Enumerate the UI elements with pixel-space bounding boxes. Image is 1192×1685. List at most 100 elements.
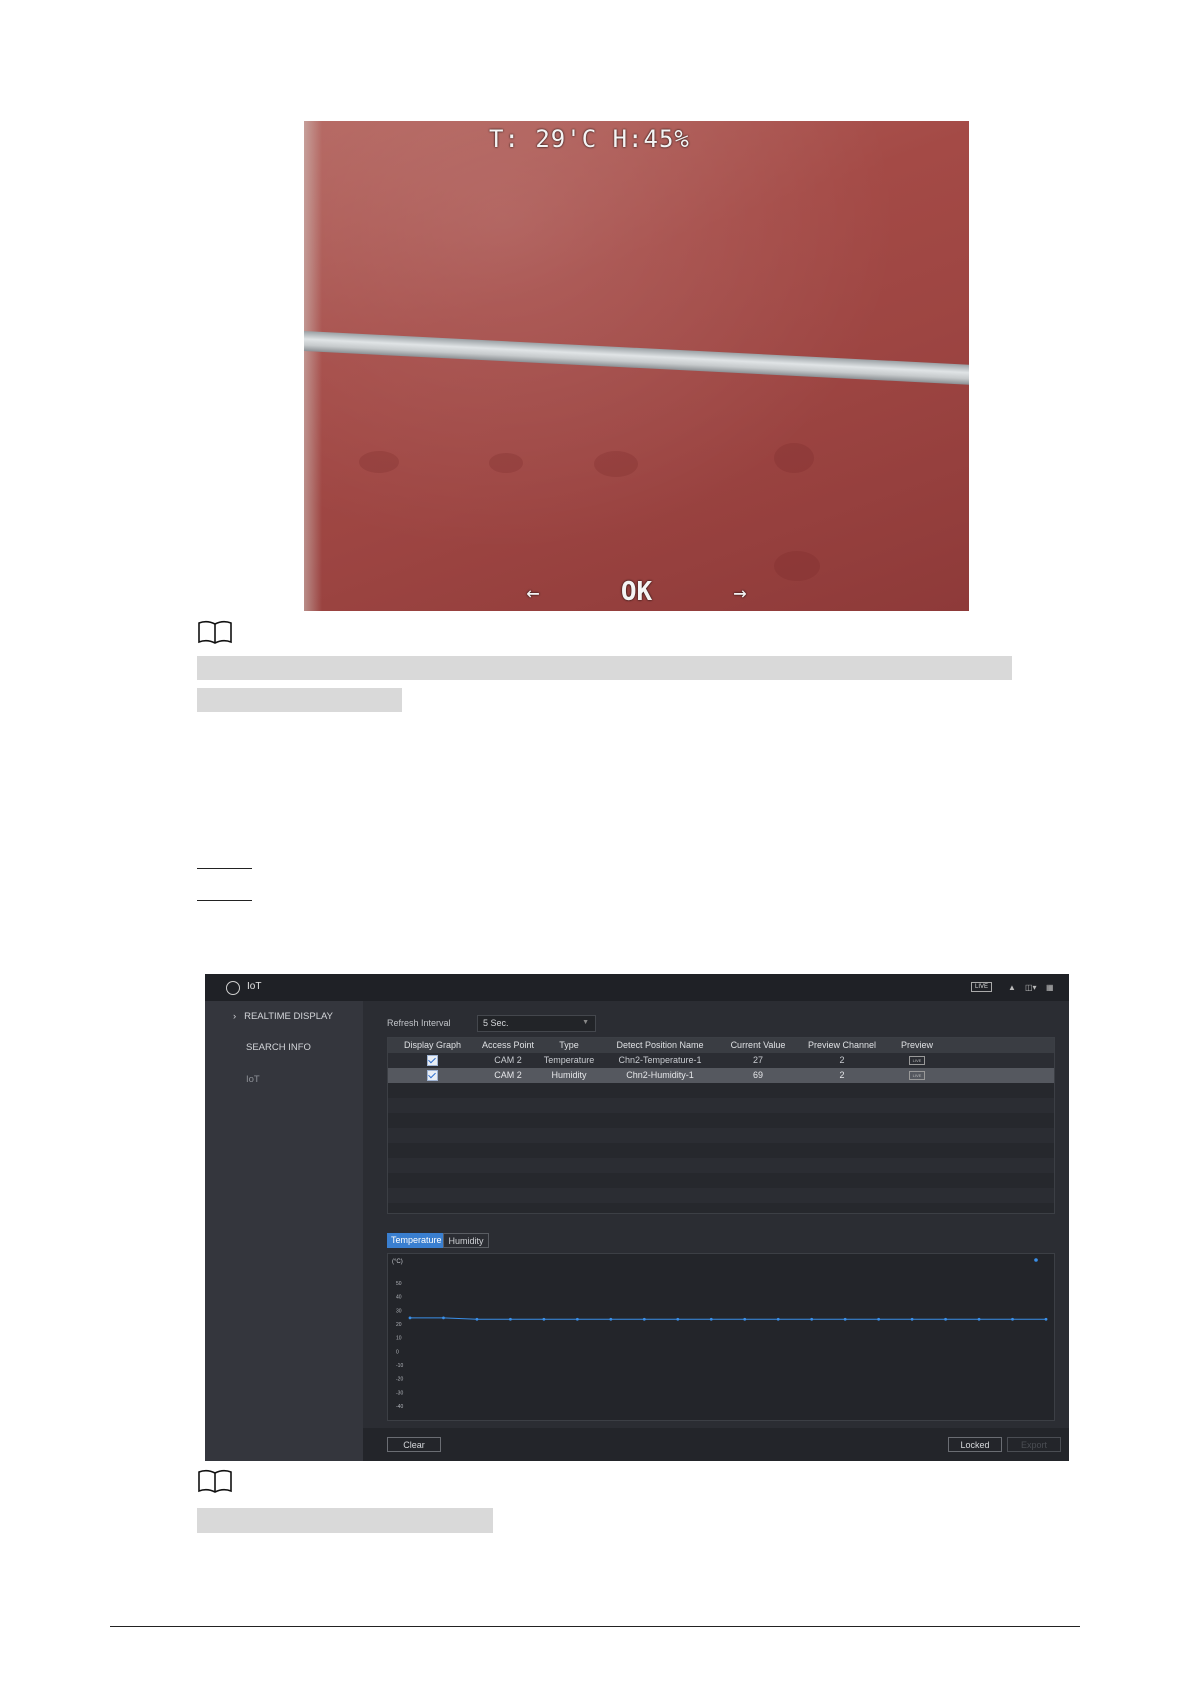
live-button[interactable]: LIVE xyxy=(971,982,993,992)
data-point xyxy=(1011,1317,1014,1321)
position-cell: Chn2-Temperature-1 xyxy=(618,1055,702,1065)
surface-spot xyxy=(489,453,523,473)
data-point xyxy=(776,1317,780,1321)
access-point-cell: CAM 2 xyxy=(494,1055,522,1065)
footer-rule xyxy=(110,1626,1080,1627)
tab-temperature[interactable]: Temperature xyxy=(387,1233,446,1248)
preview-live-button[interactable]: LIVE xyxy=(909,1056,925,1065)
temperature-series-line xyxy=(410,1317,1046,1320)
data-point xyxy=(810,1317,814,1321)
chevron-right-icon: › xyxy=(233,1011,237,1022)
sensor-table: Display Graph Access Point Type Detect P… xyxy=(387,1037,1055,1214)
y-tick-label: -40 xyxy=(396,1404,403,1410)
channel-cell: 2 xyxy=(839,1070,845,1080)
empty-row xyxy=(388,1188,1054,1203)
sidebar-item-iot[interactable]: IoT xyxy=(246,1074,260,1085)
col-preview: Preview xyxy=(900,1040,933,1050)
osd-navigation: ← OK → xyxy=(304,577,969,607)
grid-icon[interactable]: ▦ xyxy=(1046,983,1054,992)
value-cell: 69 xyxy=(752,1070,763,1080)
chevron-down-icon: ▼ xyxy=(582,1019,589,1026)
title-bar: IoT LIVE ▲ ◫▾ ▦ xyxy=(205,974,1069,1001)
book-icon xyxy=(198,620,232,644)
chart-canvas: (°C) 50 40 30 20 10 0 -10 -20 -30 -40 xyxy=(392,1258,1048,1410)
y-tick-label: 0 xyxy=(396,1349,399,1355)
osd-left-arrow: ← xyxy=(526,581,540,606)
empty-row xyxy=(388,1158,1054,1173)
y-tick-label: -20 xyxy=(396,1377,403,1383)
data-point xyxy=(575,1317,579,1321)
value-cell: 27 xyxy=(752,1055,763,1065)
col-preview-channel: Preview Channel xyxy=(807,1040,877,1050)
channel-cell: 2 xyxy=(839,1055,845,1065)
user-icon[interactable]: ▲ xyxy=(1008,983,1016,992)
col-current-value: Current Value xyxy=(730,1040,786,1050)
globe-icon xyxy=(226,981,240,995)
table-row[interactable]: CAM 2 Temperature Chn2-Temperature-1 27 … xyxy=(388,1053,1054,1068)
bottom-bar: Clear Locked Export xyxy=(363,1428,1069,1461)
data-point xyxy=(542,1317,546,1321)
data-point xyxy=(676,1317,680,1321)
temperature-graph: (°C) 50 40 30 20 10 0 -10 -20 -30 -40 xyxy=(387,1253,1055,1421)
col-display-graph: Display Graph xyxy=(404,1040,462,1050)
col-access-point: Access Point xyxy=(481,1040,535,1050)
position-cell: Chn2-Humidity-1 xyxy=(626,1070,694,1080)
data-point xyxy=(877,1317,881,1321)
sidebar-item-search-info[interactable]: SEARCH INFO xyxy=(246,1042,311,1053)
window-title: IoT xyxy=(247,981,262,992)
camera-snapshot: T: 29'C H:45% ← OK → xyxy=(304,121,969,611)
power-icon[interactable]: ◫▾ xyxy=(1025,983,1037,992)
refresh-interval-value: 5 Sec. xyxy=(483,1018,509,1028)
access-point-cell: CAM 2 xyxy=(494,1070,522,1080)
table-header: Display Graph Access Point Type Detect P… xyxy=(388,1038,1054,1053)
sidebar-item-realtime-display[interactable]: › REALTIME DISPLAY xyxy=(233,1011,333,1022)
y-tick-label: 20 xyxy=(396,1322,402,1328)
type-cell: Humidity xyxy=(551,1070,587,1080)
surface-spot xyxy=(594,451,638,477)
data-point xyxy=(743,1317,747,1321)
data-point xyxy=(709,1317,713,1321)
redacted-text xyxy=(197,1508,493,1533)
display-graph-checkbox[interactable] xyxy=(427,1055,438,1066)
y-tick-label: -10 xyxy=(396,1363,403,1369)
data-point xyxy=(609,1317,613,1321)
table-row[interactable]: CAM 2 Humidity Chn2-Humidity-1 69 2 LIVE xyxy=(388,1068,1054,1083)
data-point xyxy=(944,1317,947,1321)
y-axis-unit-label: (°C) xyxy=(392,1259,403,1265)
data-point xyxy=(910,1317,914,1321)
step-underline xyxy=(197,868,252,869)
main-content: Refresh Interval 5 Sec. ▼ Display Graph … xyxy=(363,1001,1069,1428)
type-cell: Temperature xyxy=(543,1055,595,1065)
legend-marker xyxy=(1034,1258,1038,1262)
y-tick-label: 40 xyxy=(396,1295,402,1301)
preview-live-button[interactable]: LIVE xyxy=(909,1071,925,1080)
y-tick-label: -30 xyxy=(396,1390,403,1396)
col-type: Type xyxy=(559,1040,579,1050)
data-point xyxy=(977,1317,981,1321)
book-icon xyxy=(198,1469,232,1493)
surface-spot xyxy=(774,443,814,473)
y-tick-label: 50 xyxy=(396,1281,402,1287)
refresh-interval-label: Refresh Interval xyxy=(387,1018,451,1028)
data-point xyxy=(509,1317,512,1321)
empty-row xyxy=(388,1098,1054,1113)
display-graph-checkbox[interactable] xyxy=(427,1070,438,1081)
locked-button[interactable]: Locked xyxy=(948,1437,1002,1452)
clear-button[interactable]: Clear xyxy=(387,1437,441,1452)
refresh-interval-select[interactable]: 5 Sec. ▼ xyxy=(477,1015,596,1032)
redacted-text xyxy=(197,656,1012,680)
sidebar: › REALTIME DISPLAY SEARCH INFO IoT xyxy=(205,1001,363,1461)
data-point xyxy=(475,1317,479,1321)
data-point xyxy=(843,1317,847,1321)
step-underline xyxy=(197,900,252,901)
redacted-text xyxy=(197,688,402,712)
osd-ok: OK xyxy=(620,577,653,607)
export-button[interactable]: Export xyxy=(1007,1437,1061,1452)
sidebar-item-label: REALTIME DISPLAY xyxy=(244,1011,333,1022)
surface-spot xyxy=(359,451,399,473)
data-point xyxy=(442,1316,445,1320)
osd-right-arrow: → xyxy=(733,581,747,606)
tab-humidity[interactable]: Humidity xyxy=(443,1233,489,1248)
data-point xyxy=(1044,1317,1048,1321)
data-point xyxy=(408,1316,412,1320)
